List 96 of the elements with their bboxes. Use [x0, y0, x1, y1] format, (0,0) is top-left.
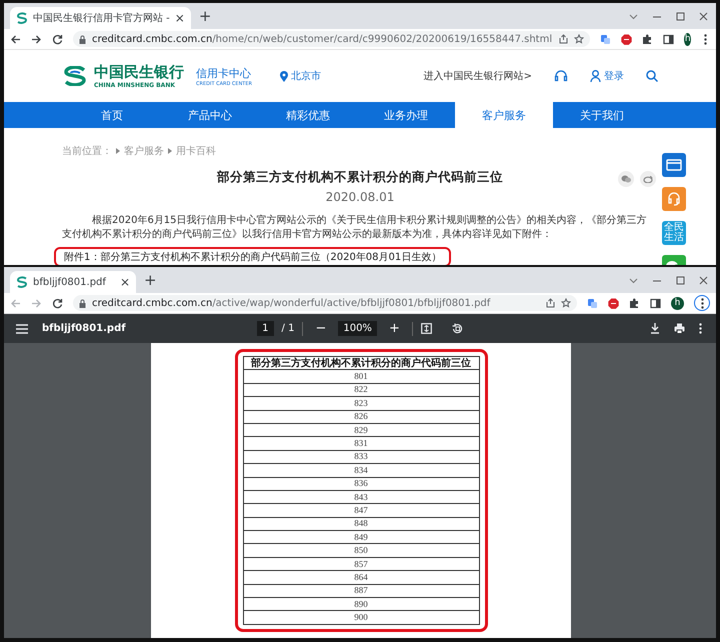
article-title: 部分第三方支付机构不累计积分的商户代码前三位	[217, 169, 503, 186]
kebab-icon[interactable]	[699, 323, 702, 334]
zoom-field[interactable]: 100%	[338, 321, 377, 336]
kebab-icon	[704, 34, 708, 44]
table-cell: 836	[243, 477, 479, 490]
translate-icon[interactable]	[600, 34, 612, 44]
back-icon[interactable]	[10, 34, 21, 44]
new-tab-button[interactable]: +	[144, 271, 157, 289]
new-tab-button[interactable]: +	[198, 7, 212, 25]
caret-icon	[168, 148, 172, 154]
zoom-out-button[interactable]: −	[315, 321, 326, 336]
kebab-icon	[700, 298, 704, 308]
table-cell: 843	[243, 490, 479, 504]
puzzle-icon[interactable]	[642, 34, 654, 44]
lock-icon	[79, 298, 86, 308]
city-selector[interactable]: 北京市	[291, 69, 321, 83]
page-count: / 1	[282, 323, 294, 334]
nav-tab[interactable]: 精彩优惠	[259, 102, 357, 128]
table-cell: 847	[243, 504, 479, 518]
close-icon[interactable]	[699, 12, 708, 20]
table-cell: 850	[243, 544, 479, 558]
breadcrumb-item: 当前位置：	[62, 144, 112, 158]
table-cell: 801	[243, 370, 479, 384]
close-tab-button[interactable]: ×	[174, 11, 185, 25]
nav-tab[interactable]: 产品中心	[161, 102, 259, 128]
table-cell: 849	[243, 530, 479, 544]
table-cell: 890	[243, 598, 479, 611]
lock-icon	[79, 34, 86, 44]
caret-icon	[116, 148, 120, 154]
maximize-icon[interactable]	[676, 276, 685, 284]
reload-icon[interactable]	[52, 298, 63, 308]
nav-tab[interactable]: 关于我们	[553, 102, 651, 128]
address-bar[interactable]: creditcard.cmbc.com.cn/active/wap/wonderful/active/bfbljjf0801/bfbljjf0801.pdf	[73, 295, 577, 311]
maximize-icon[interactable]	[676, 12, 685, 20]
chevron-down-icon[interactable]	[629, 12, 638, 20]
star-icon[interactable]	[574, 34, 584, 44]
table-cell: 887	[243, 584, 479, 598]
zoom-in-button[interactable]: +	[388, 321, 400, 336]
bank-logo-icon	[16, 12, 28, 24]
table-cell: 833	[243, 450, 479, 464]
close-icon[interactable]	[699, 276, 708, 284]
location-pin-icon[interactable]	[280, 70, 288, 82]
menu-button[interactable]	[694, 295, 710, 311]
table-header: 部分第三方支付机构不累计积分的商户代码前三位	[243, 356, 479, 370]
browser-tab[interactable]: 中国民生银行信用卡官方网站 - ×	[10, 7, 191, 29]
sidebar-icon[interactable]	[663, 34, 674, 44]
ad-block-icon[interactable]	[621, 34, 632, 44]
table-cell: 834	[243, 464, 479, 478]
bank-name: 中国民生银行	[94, 63, 184, 82]
unit-name: 信用卡中心	[196, 66, 252, 80]
main-site-link[interactable]: 进入中国民生银行网站>	[424, 69, 532, 83]
user-icon[interactable]	[590, 70, 601, 82]
bank-logo-icon	[62, 66, 88, 86]
nav-tab[interactable]: 首页	[63, 102, 161, 128]
puzzle-icon[interactable]	[629, 298, 640, 308]
rotate-icon[interactable]	[452, 323, 463, 334]
headset-icon[interactable]	[554, 69, 568, 83]
table-cell: 831	[243, 436, 479, 450]
search-icon[interactable]	[646, 70, 658, 82]
table-cell: 822	[243, 383, 479, 397]
table-cell: 857	[243, 557, 479, 571]
table-cell: 826	[243, 410, 479, 424]
card-icon[interactable]	[662, 153, 686, 177]
sidebar-icon[interactable]	[650, 298, 661, 308]
close-tab-button[interactable]: ×	[120, 275, 130, 289]
table-cell: 900	[243, 610, 479, 624]
address-bar[interactable]: creditcard.cmbc.com.cn/home/cn/web/customer/card/c9990602/20200619/16558447.shtml	[73, 31, 590, 47]
reload-icon[interactable]	[52, 34, 63, 44]
login-link[interactable]: 登录	[604, 69, 624, 83]
profile-avatar[interactable]: h	[671, 296, 684, 310]
star-icon[interactable]	[561, 298, 571, 308]
weibo-share-icon[interactable]	[640, 171, 656, 187]
profile-avatar[interactable]: h	[684, 32, 692, 46]
table-cell: 864	[243, 570, 479, 584]
wechat-share-icon[interactable]	[618, 171, 634, 187]
nav-tab[interactable]: 业务办理	[357, 102, 455, 128]
fit-page-icon[interactable]	[420, 323, 432, 334]
table-cell: 823	[243, 396, 479, 410]
pdf-filename: bfbljjf0801.pdf	[42, 323, 126, 334]
download-icon[interactable]	[650, 323, 660, 334]
chevron-down-icon[interactable]	[629, 276, 638, 284]
ad-block-icon[interactable]	[608, 298, 619, 308]
table-cell: 829	[243, 423, 479, 437]
page-number-field[interactable]: 1	[257, 321, 274, 336]
article-paragraph: 根据2020年6月15日我行信用卡中心官方网站公示的《关于民生信用卡积分累计规则调整的公告》的相关内容，《部分第三方支付机构不累计积分的商户代码前三位》以我行信用卡官方网站公示的最新版本为准，具体内容详见如下附件：	[62, 214, 648, 242]
translate-icon[interactable]	[587, 298, 598, 308]
bank-logo-icon	[16, 276, 28, 288]
menu-icon[interactable]	[16, 324, 28, 334]
nav-tab[interactable]: 客户服务	[455, 102, 553, 128]
share-icon[interactable]	[545, 298, 555, 308]
article-date: 2020.08.01	[324, 190, 396, 204]
table-cell: 848	[243, 517, 479, 531]
share-icon[interactable]	[558, 34, 568, 44]
browser-tab[interactable]: bfbljjf0801.pdf ×	[10, 271, 136, 293]
print-icon[interactable]	[674, 323, 685, 334]
forward-icon[interactable]	[31, 34, 42, 44]
